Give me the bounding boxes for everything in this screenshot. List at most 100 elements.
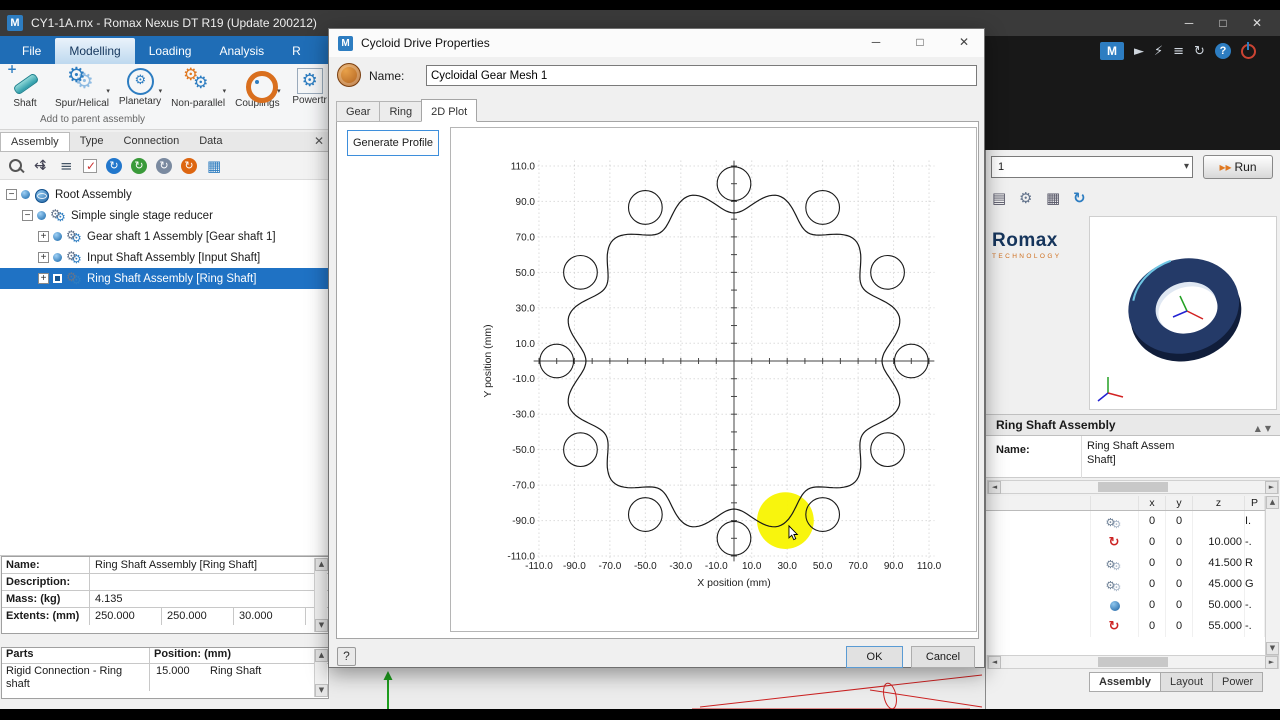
maximize-button[interactable]: □ xyxy=(1206,10,1240,36)
ribbon-button-planetary[interactable]: ▾Planetary xyxy=(116,65,164,109)
search-icon[interactable] xyxy=(8,158,24,174)
orbit-gray-icon[interactable] xyxy=(156,157,172,174)
name-input[interactable] xyxy=(426,65,977,86)
move-icon[interactable] xyxy=(33,158,49,174)
scrollbar-vertical[interactable] xyxy=(1265,496,1280,655)
scroll-up-icon[interactable] xyxy=(1266,496,1279,509)
table-row[interactable]: 0045.000G xyxy=(986,574,1265,596)
dialog-minimize-button[interactable]: ─ xyxy=(862,31,890,53)
panel-close-icon[interactable]: ✕ xyxy=(314,134,324,148)
parts-row[interactable]: Rigid Connection - Ring shaft 15.000 Rin… xyxy=(2,664,328,691)
scroll-down-icon[interactable] xyxy=(315,619,328,632)
ribbon-button-powertr[interactable]: Powertr xyxy=(287,65,333,109)
pointer-icon[interactable]: ► xyxy=(1134,44,1144,59)
column-header-x[interactable]: x xyxy=(1139,496,1166,510)
gear-icon[interactable] xyxy=(1018,189,1036,208)
scrollbar-vertical[interactable] xyxy=(314,649,328,697)
cancel-button[interactable]: Cancel xyxy=(911,646,975,668)
help-button[interactable]: ? xyxy=(337,647,356,666)
expand-icon[interactable]: + xyxy=(38,231,49,242)
panel-tab-type[interactable]: Type xyxy=(70,132,114,151)
dialog-maximize-button[interactable]: □ xyxy=(906,31,934,53)
table-row[interactable]: 00 I. xyxy=(986,511,1265,533)
dialog-tab-gear[interactable]: Gear xyxy=(336,101,380,122)
expand-icon[interactable]: + xyxy=(38,273,49,284)
ribbon-tab-loading[interactable]: Loading xyxy=(135,38,206,64)
scrollbar-thumb[interactable] xyxy=(1098,657,1168,667)
generate-profile-button[interactable]: Generate Profile xyxy=(347,130,439,156)
tree-item-root-assembly[interactable]: − Root Assembly xyxy=(0,184,330,205)
ribbon-button-spur-helical[interactable]: ▾ Spur/Helical xyxy=(52,63,112,109)
ribbon-tab-modelling[interactable]: Modelling xyxy=(55,38,135,64)
scroll-left-icon[interactable] xyxy=(988,480,1001,494)
grid-icon[interactable] xyxy=(1045,189,1063,208)
run-button[interactable]: ▸▸ Run xyxy=(1203,155,1273,179)
scrollbar-horizontal[interactable] xyxy=(987,655,1279,669)
panel-tab-assembly[interactable]: Assembly xyxy=(0,132,70,151)
table-row[interactable]: 0041.500R xyxy=(986,553,1265,575)
scroll-down-icon[interactable] xyxy=(315,684,328,697)
collapse-icon[interactable]: − xyxy=(22,210,33,221)
scroll-left-icon[interactable] xyxy=(988,655,1001,669)
ok-button[interactable]: OK xyxy=(846,646,903,668)
tree-item-ring-shaft-assembly-ring-shaft-[interactable]: + Ring Shaft Assembly [Ring Shaft] xyxy=(0,268,330,289)
ribbon-tab-file[interactable]: File xyxy=(8,38,55,64)
dropdown-caret-icon[interactable]: ▾ xyxy=(159,87,163,95)
dialog-close-button[interactable]: ✕ xyxy=(950,31,978,53)
tree-item-simple-single-stage-reducer[interactable]: − Simple single stage reducer xyxy=(0,205,330,226)
dropdown-caret-icon[interactable]: ▾ xyxy=(223,87,227,95)
scroll-right-icon[interactable] xyxy=(1265,480,1278,494)
scroll-down-icon[interactable] xyxy=(1266,642,1279,655)
romax-logo-icon[interactable]: M xyxy=(1100,42,1124,60)
panel-tab-data[interactable]: Data xyxy=(189,132,232,151)
panel-tab-connection[interactable]: Connection xyxy=(114,132,190,151)
column-header-z[interactable]: z xyxy=(1193,496,1245,510)
table-icon[interactable] xyxy=(206,157,222,175)
run-case-combobox[interactable]: 1 xyxy=(991,156,1193,178)
window-icon[interactable] xyxy=(991,189,1009,208)
checkmark-icon[interactable] xyxy=(83,158,97,173)
scroll-up-icon[interactable] xyxy=(315,558,328,571)
ribbon-button-couplings[interactable]: ▾ Couplings xyxy=(232,65,282,109)
name-value[interactable]: Ring Shaft Assem Shaft] xyxy=(1087,439,1174,467)
list-icon[interactable]: ≡ xyxy=(1173,44,1184,59)
assembly-header[interactable]: Ring Shaft Assembly ▲▼ xyxy=(986,414,1280,436)
ribbon-tab-r[interactable]: R xyxy=(278,38,315,64)
table-row[interactable]: 0010.000-. xyxy=(986,532,1265,553)
ribbon-tab-analysis[interactable]: Analysis xyxy=(205,38,278,64)
3d-viewport[interactable] xyxy=(1089,216,1277,410)
orbit-blue-icon[interactable] xyxy=(106,157,122,174)
view-tab-layout[interactable]: Layout xyxy=(1160,672,1214,692)
cycloid-2d-plot[interactable]: -110.0 -90.0 -70.0 -50.0 -30.0 -10.0 10.0 30.0 5… xyxy=(450,127,977,632)
dropdown-caret-icon[interactable]: ▾ xyxy=(277,87,281,95)
dialog-tab-2d-plot[interactable]: 2D Plot xyxy=(421,99,478,122)
ribbon-button-non-parallel[interactable]: ▾ Non-parallel xyxy=(168,65,228,109)
dialog-tab-ring[interactable]: Ring xyxy=(379,101,422,122)
scroll-right-icon[interactable] xyxy=(1265,655,1278,669)
expand-icon[interactable]: + xyxy=(38,252,49,263)
lightning-icon[interactable]: ⚡ xyxy=(1154,44,1163,59)
column-header-y[interactable]: y xyxy=(1166,496,1193,510)
minimize-button[interactable]: ─ xyxy=(1172,10,1206,36)
view-tab-power[interactable]: Power xyxy=(1213,672,1264,692)
refresh-icon[interactable] xyxy=(1072,189,1090,208)
scrollbar-vertical[interactable] xyxy=(314,558,328,632)
table-row[interactable]: 0055.000-. xyxy=(986,616,1265,637)
view-tab-assembly[interactable]: Assembly xyxy=(1089,672,1161,692)
column-header-p[interactable]: P xyxy=(1245,496,1265,510)
ribbon-button-shaft[interactable]: Shaft xyxy=(2,62,48,109)
power-icon[interactable] xyxy=(1240,41,1256,59)
scrollbar-thumb[interactable] xyxy=(1098,482,1168,492)
list-icon[interactable] xyxy=(58,157,74,175)
tree-item-input-shaft-assembly-input-shaft-[interactable]: + Input Shaft Assembly [Input Shaft] xyxy=(0,247,330,268)
refresh-icon[interactable]: ↻ xyxy=(1194,44,1205,59)
help-icon[interactable]: ? xyxy=(1214,43,1231,59)
collapse-icon[interactable]: − xyxy=(6,189,17,200)
orbit-green-icon[interactable] xyxy=(131,157,147,174)
scroll-up-icon[interactable] xyxy=(315,649,328,662)
dropdown-caret-icon[interactable]: ▾ xyxy=(106,87,110,95)
close-button[interactable]: ✕ xyxy=(1240,10,1274,36)
tree-item-gear-shaft-1-assembly-gear-shaft-1-[interactable]: + Gear shaft 1 Assembly [Gear shaft 1] xyxy=(0,226,330,247)
orbit-orange-icon[interactable] xyxy=(181,157,197,174)
table-row[interactable]: 0 0 50.000 -. xyxy=(986,595,1265,616)
